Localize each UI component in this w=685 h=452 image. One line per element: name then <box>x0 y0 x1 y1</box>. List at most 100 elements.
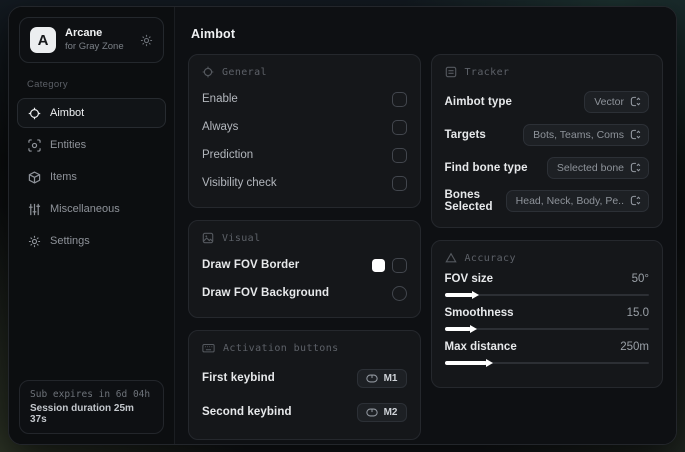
setting-label: Targets <box>444 128 486 141</box>
setting-label: Smoothness <box>444 307 514 319</box>
subscription-info-box: Sub expires in 6d 04h Session duration 2… <box>19 380 164 434</box>
aimbot-type-select[interactable]: Vector <box>584 90 649 113</box>
smoothness-slider[interactable] <box>444 325 650 333</box>
app-name: Arcane <box>65 27 103 40</box>
bones-selected-select[interactable]: Head, Neck, Body, Pe.. <box>505 189 649 212</box>
slider-fill <box>444 291 479 299</box>
app-subtitle: for Gray Zone <box>65 40 124 52</box>
setting-label: Prediction <box>202 149 254 161</box>
triangle-icon <box>444 252 457 264</box>
draw-fov-background-checkbox[interactable] <box>391 285 407 301</box>
slider-row-smoothness: Smoothness 15.0 <box>444 307 650 333</box>
keybind-value: M2 <box>383 406 398 418</box>
fov-size-slider[interactable] <box>444 291 650 299</box>
slider-value: 50° <box>631 273 649 285</box>
setting-row-always: Always <box>202 115 407 139</box>
setting-label: FOV size <box>444 273 494 285</box>
visibility-check-checkbox[interactable] <box>391 175 407 191</box>
card-title: Activation buttons <box>223 342 339 354</box>
sidebar-nav: Aimbot Entities Items Miscellaneous Sett… <box>9 94 174 260</box>
setting-row-first-keybind: First keybind M1 <box>202 363 407 393</box>
card-title: General <box>222 66 267 78</box>
always-checkbox[interactable] <box>391 119 407 135</box>
fov-border-color-swatch[interactable] <box>371 258 385 272</box>
sidebar-item-aimbot[interactable]: Aimbot <box>17 98 166 128</box>
sidebar-item-label: Items <box>50 171 77 183</box>
slider-row-max-distance: Max distance 250m <box>444 341 650 367</box>
setting-row-prediction: Prediction <box>202 143 407 167</box>
setting-label: Find bone type <box>444 161 528 174</box>
max-distance-slider[interactable] <box>444 359 650 367</box>
find-bone-type-select[interactable]: Selected bone <box>546 156 649 179</box>
chevrons-up-down-icon <box>630 195 641 206</box>
slider-value: 15.0 <box>626 307 649 319</box>
second-keybind-button[interactable]: M2 <box>356 402 407 422</box>
select-value: Head, Neck, Body, Pe.. <box>515 194 624 207</box>
targets-select[interactable]: Bots, Teams, Coms <box>523 123 649 146</box>
chevrons-up-down-icon <box>630 129 641 140</box>
setting-label: Draw FOV Background <box>202 287 330 299</box>
main-content: Aimbot General Enable Always Prediction … <box>175 7 676 444</box>
tracker-card: Tracker Aimbot type Vector Targets Bots,… <box>430 54 663 228</box>
scan-icon <box>28 138 41 152</box>
setting-row-bones-selected: Bones Selected Head, Neck, Body, Pe.. <box>444 186 649 215</box>
left-column: General Enable Always Prediction Visibil… <box>188 54 421 440</box>
session-duration-text: Session duration 25m 37s <box>30 403 134 425</box>
mouse-icon <box>365 408 378 417</box>
sidebar: A Arcane for Gray Zone Category Aimbot E… <box>9 7 175 444</box>
setting-label: Aimbot type <box>444 95 513 108</box>
list-box-icon <box>445 66 457 78</box>
setting-label: Second keybind <box>202 406 292 418</box>
crosshair-icon <box>28 107 41 120</box>
app-logo: A <box>30 27 56 53</box>
setting-label: Always <box>202 121 239 133</box>
visual-card: Visual Draw FOV Border Draw FOV Backgrou… <box>188 220 421 318</box>
setting-label: Bones Selected <box>444 188 493 213</box>
box-icon <box>28 170 41 184</box>
slider-fill <box>444 325 477 333</box>
gear-icon <box>28 235 41 248</box>
sidebar-item-entities[interactable]: Entities <box>17 130 166 160</box>
right-column: Tracker Aimbot type Vector Targets Bots,… <box>430 54 663 388</box>
setting-row-second-keybind: Second keybind M2 <box>202 397 407 427</box>
slider-value: 250m <box>620 341 649 353</box>
app-window: A Arcane for Gray Zone Category Aimbot E… <box>8 6 677 445</box>
app-title-block: Arcane for Gray Zone <box>65 27 131 53</box>
sidebar-item-label: Aimbot <box>50 107 85 119</box>
setting-row-aimbot-type: Aimbot type Vector <box>444 87 649 116</box>
chevrons-up-down-icon <box>630 96 641 107</box>
sidebar-item-miscellaneous[interactable]: Miscellaneous <box>17 194 166 224</box>
sidebar-item-label: Settings <box>50 235 90 247</box>
slider-row-fov-size: FOV size 50° <box>444 273 650 299</box>
chevrons-up-down-icon <box>630 162 641 173</box>
setting-row-targets: Targets Bots, Teams, Coms <box>444 120 649 149</box>
setting-row-draw-fov-border: Draw FOV Border <box>202 253 407 277</box>
setting-label: Enable <box>202 93 238 105</box>
sidebar-item-items[interactable]: Items <box>17 162 166 192</box>
setting-row-enable: Enable <box>202 87 407 111</box>
setting-label: Draw FOV Border <box>202 259 300 271</box>
draw-fov-border-checkbox[interactable] <box>391 257 407 273</box>
image-icon <box>202 232 214 244</box>
crosshair-icon <box>202 66 214 78</box>
gear-icon[interactable] <box>140 34 153 47</box>
slider-fill <box>444 359 494 367</box>
prediction-checkbox[interactable] <box>391 147 407 163</box>
sidebar-item-settings[interactable]: Settings <box>17 226 166 256</box>
select-value: Vector <box>594 95 624 108</box>
activation-buttons-card: Activation buttons First keybind M1 Seco… <box>188 330 421 440</box>
sliders-icon <box>28 203 41 216</box>
category-label: Category <box>27 79 68 90</box>
mouse-icon <box>365 374 378 383</box>
setting-row-visibility-check: Visibility check <box>202 171 407 195</box>
setting-label: First keybind <box>202 372 275 384</box>
first-keybind-button[interactable]: M1 <box>356 368 407 388</box>
accuracy-card: Accuracy FOV size 50° Smoothness 15.0 Ma… <box>430 240 663 388</box>
setting-label: Visibility check <box>202 177 277 189</box>
enable-checkbox[interactable] <box>391 91 407 107</box>
keybind-value: M1 <box>383 372 398 384</box>
keyboard-icon <box>202 342 215 354</box>
sidebar-item-label: Miscellaneous <box>50 203 120 215</box>
setting-row-find-bone-type: Find bone type Selected bone <box>444 153 649 182</box>
